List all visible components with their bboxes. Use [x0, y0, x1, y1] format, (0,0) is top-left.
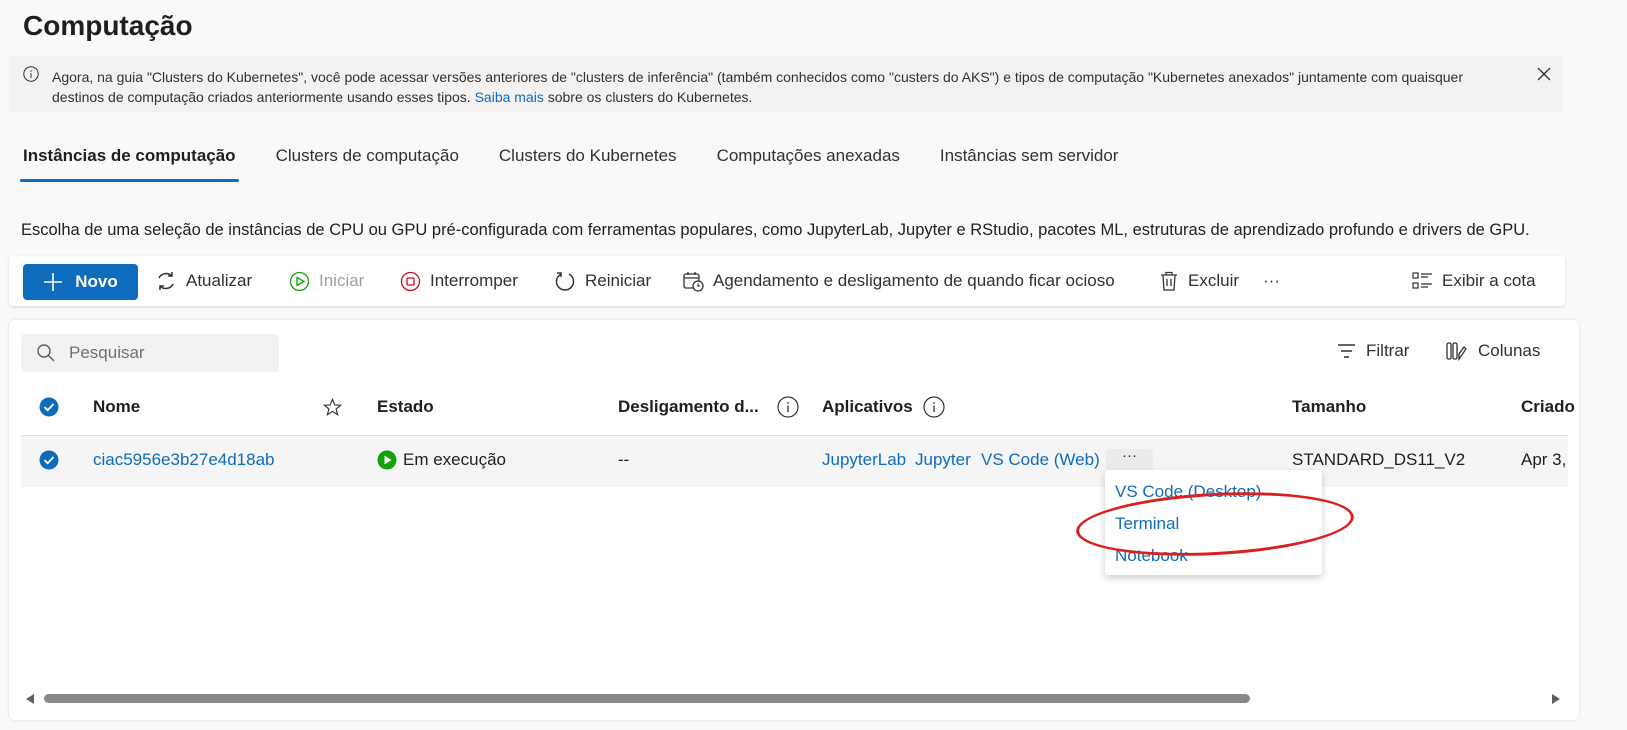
tab-kubernetes-clusters[interactable]: Clusters do Kubernetes: [496, 140, 680, 182]
search-input[interactable]: [69, 343, 249, 363]
columns-label: Colunas: [1478, 341, 1541, 360]
size-value: STANDARD_DS11_V2: [1292, 450, 1466, 469]
created-value: Apr 3,: [1521, 450, 1567, 469]
banner-text-after: sobre os clusters do Kubernetes.: [547, 89, 753, 105]
info-icon[interactable]: [777, 396, 799, 418]
state-label: Em execução: [403, 450, 506, 469]
banner-text: Agora, na guia "Clusters do Kubernetes",…: [52, 69, 1463, 105]
schedule-label: Agendamento e desligamento de quando fic…: [713, 271, 1115, 290]
page-title: Computação: [23, 10, 193, 41]
view-quota-button[interactable]: Exibir a cota: [1412, 256, 1536, 306]
running-icon: [377, 450, 397, 470]
more-apps-button[interactable]: ···: [1106, 448, 1153, 471]
star-icon[interactable]: [323, 398, 342, 417]
tab-compute-instances[interactable]: Instâncias de computação: [20, 140, 239, 182]
plus-icon: [44, 273, 63, 291]
close-icon[interactable]: [1537, 67, 1551, 81]
restart-button[interactable]: Reiniciar: [554, 256, 651, 306]
stop-button[interactable]: Interromper: [400, 256, 518, 306]
search-icon: [37, 344, 55, 362]
filter-button[interactable]: Filtrar: [1337, 341, 1409, 361]
tab-attached-computes[interactable]: Computações anexadas: [714, 140, 903, 182]
column-header-created[interactable]: Criado: [1521, 397, 1575, 417]
column-header-size[interactable]: Tamanho: [1292, 397, 1366, 417]
columns-icon: [1446, 342, 1467, 361]
scrollbar-thumb[interactable]: [44, 694, 1250, 703]
refresh-icon: [158, 272, 174, 290]
list-icon: [1412, 272, 1432, 289]
app-link-jupyterlab[interactable]: JupyterLab: [822, 450, 906, 470]
app-link-jupyter[interactable]: Jupyter: [915, 450, 971, 470]
info-icon[interactable]: [923, 396, 945, 418]
stop-label: Interromper: [430, 271, 518, 290]
menu-item-vscode-desktop[interactable]: VS Code (Desktop): [1115, 482, 1261, 502]
new-button[interactable]: Novo: [23, 264, 138, 300]
tab-list: Instâncias de computação Clusters de com…: [20, 140, 1155, 182]
tab-compute-clusters[interactable]: Clusters de computação: [273, 140, 462, 182]
more-commands-button[interactable]: ···: [1263, 256, 1280, 306]
column-header-state[interactable]: Estado: [377, 397, 434, 417]
column-header-name[interactable]: Nome: [93, 397, 140, 417]
scroll-right-arrow[interactable]: [1552, 694, 1560, 704]
compute-instances-panel: [9, 320, 1579, 720]
info-icon: [23, 66, 39, 82]
start-label: Iniciar: [319, 271, 365, 290]
delete-label: Excluir: [1188, 271, 1240, 290]
select-all-checkbox[interactable]: [39, 397, 59, 417]
instance-name-link[interactable]: ciac5956e3b27e4d18ab: [93, 450, 275, 470]
start-button[interactable]: Iniciar: [289, 256, 364, 306]
new-button-label: Novo: [75, 272, 118, 291]
banner-message: Agora, na guia "Clusters do Kubernetes",…: [52, 67, 1492, 107]
command-bar: Novo Atualizar Iniciar Interromper Reini…: [9, 256, 1565, 306]
restart-label: Reiniciar: [585, 271, 652, 290]
shutdown-value: --: [618, 450, 630, 469]
menu-item-notebook[interactable]: Notebook: [1115, 546, 1188, 566]
app-link-vscode-web[interactable]: VS Code (Web): [981, 450, 1100, 470]
calendar-clock-icon: [683, 272, 704, 292]
scroll-left-arrow[interactable]: [26, 694, 34, 704]
instance-state: Em execução: [377, 450, 506, 470]
schedule-button[interactable]: Agendamento e desligamento de quando fic…: [682, 256, 1115, 306]
stop-icon: [400, 271, 421, 291]
view-quota-label: Exibir a cota: [1442, 271, 1536, 290]
column-header-shutdown[interactable]: Desligamento d...: [618, 397, 759, 417]
refresh-button[interactable]: Atualizar: [155, 256, 252, 306]
apps-dropdown-menu: VS Code (Desktop) Terminal Notebook: [1105, 470, 1322, 575]
row-checkbox[interactable]: [39, 450, 59, 470]
learn-more-link[interactable]: Saiba mais: [475, 89, 544, 105]
filter-icon: [1338, 344, 1355, 358]
refresh-label: Atualizar: [186, 271, 253, 290]
info-banner: Agora, na guia "Clusters do Kubernetes",…: [9, 56, 1562, 112]
column-header-apps[interactable]: Aplicativos: [822, 397, 913, 417]
columns-button[interactable]: Colunas: [1446, 341, 1540, 361]
trash-icon: [1161, 271, 1177, 291]
delete-button[interactable]: Excluir: [1159, 256, 1239, 306]
tab-serverless-instances[interactable]: Instâncias sem servidor: [937, 140, 1122, 182]
search-box[interactable]: [21, 334, 279, 372]
restart-icon: [555, 272, 575, 291]
filter-label: Filtrar: [1366, 341, 1410, 360]
menu-item-terminal[interactable]: Terminal: [1115, 514, 1179, 534]
page-description: Escolha de uma seleção de instâncias de …: [21, 221, 1530, 239]
play-icon: [289, 271, 310, 291]
